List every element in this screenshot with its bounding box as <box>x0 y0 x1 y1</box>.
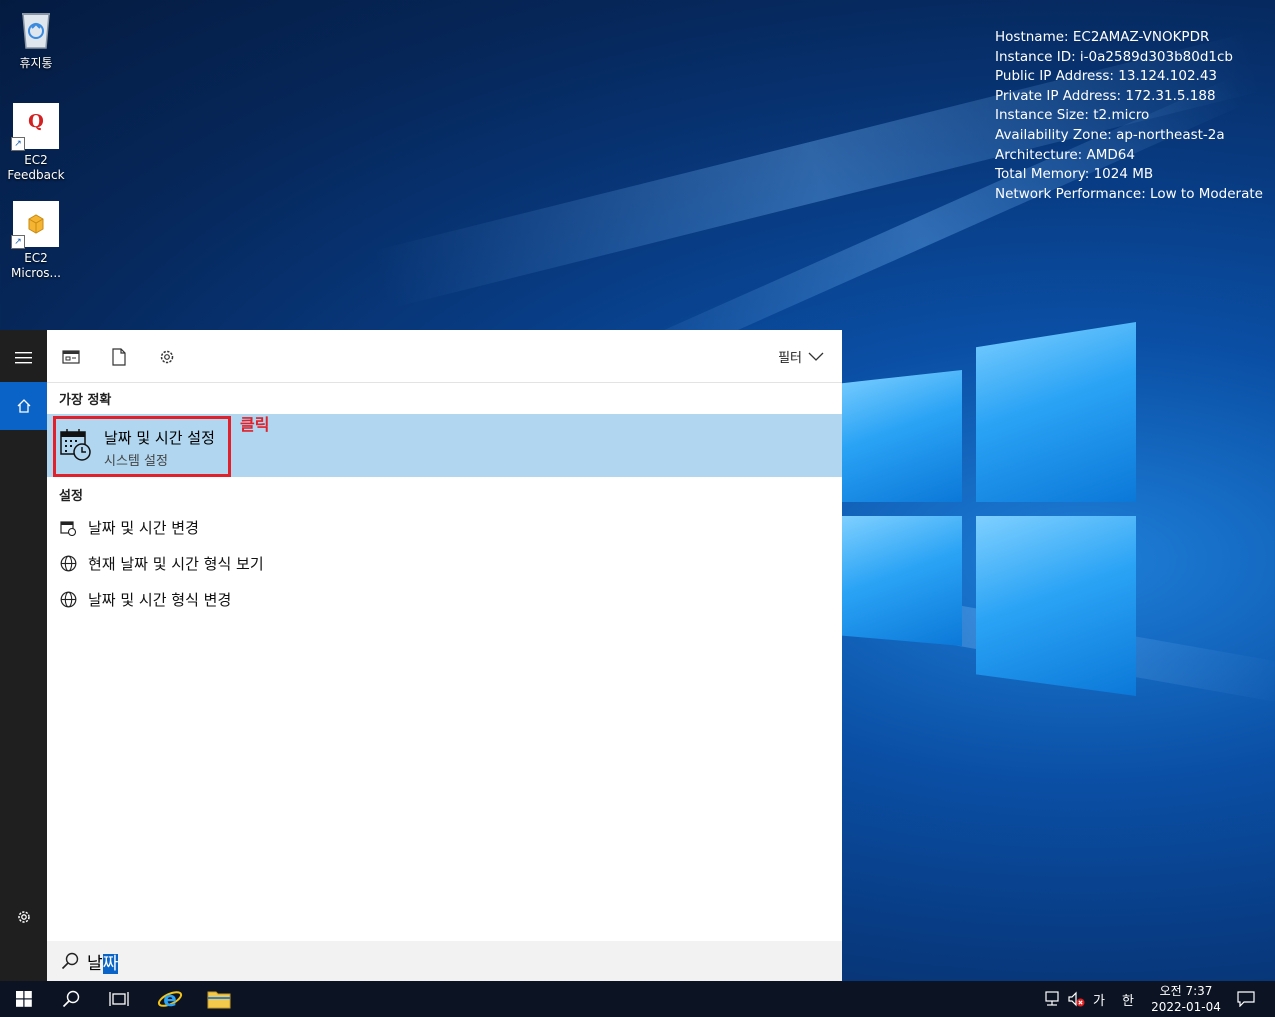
start-button[interactable] <box>0 981 48 1017</box>
instance-info-overlay: Hostname: EC2AMAZ-VNOKPDR Instance ID: i… <box>995 28 1263 204</box>
filter-label: 필터 <box>778 351 802 366</box>
ec2-package-icon: ↗ <box>11 201 59 249</box>
calendar-icon <box>59 519 77 537</box>
ec2-feedback-label: EC2 Feedback <box>7 153 65 182</box>
notification-icon <box>1237 991 1255 1007</box>
filter-dropdown[interactable]: 필터 <box>778 347 824 366</box>
shortcut-arrow-icon: ↗ <box>11 137 25 151</box>
annotation-highlight-box <box>53 416 231 477</box>
hostname-line: Hostname: EC2AMAZ-VNOKPDR <box>995 29 1210 45</box>
architecture-line: Architecture: AMD64 <box>995 146 1135 163</box>
search-taskbar-button[interactable] <box>47 981 95 1017</box>
search-box[interactable]: 날짜 <box>47 941 842 981</box>
instance-size-line: Instance Size: t2.micro <box>995 107 1150 124</box>
ime-language-button[interactable]: 한 <box>1117 981 1139 1017</box>
best-match-result[interactable]: 날짜 및 시간 설정 시스템 설정 클릭 <box>47 414 842 477</box>
clock-time: 오전 7:37 <box>1159 984 1213 998</box>
search-results-panel: 필터 가장 정확 날짜 및 시간 설정 시스템 설정 클릭 설정 날짜 및 시간… <box>47 330 842 981</box>
settings-heading: 설정 <box>59 489 83 504</box>
volume-tray-button[interactable] <box>1066 981 1086 1017</box>
search-icon <box>61 952 79 970</box>
internet-explorer-icon: e <box>157 987 183 1011</box>
ec2-feedback-desktop-icon[interactable]: Q ↗ EC2 Feedback <box>0 103 72 183</box>
recycle-bin-label: 휴지통 <box>19 56 53 70</box>
globe-icon <box>59 555 77 573</box>
public-ip-line: Public IP Address: 13.124.102.43 <box>995 68 1218 85</box>
start-rail <box>0 330 47 981</box>
result-change-date-time-format[interactable]: 날짜 및 시간 형식 변경 <box>59 589 231 610</box>
recycle-bin-desktop-icon[interactable]: 휴지통 <box>0 6 72 71</box>
home-icon <box>17 399 30 413</box>
chevron-down-icon <box>808 352 824 361</box>
instance-id-line: Instance ID: i-0a2589d303b80d1cb <box>995 48 1234 65</box>
result-label: 날짜 및 시간 형식 변경 <box>88 591 232 609</box>
document-icon <box>112 348 126 366</box>
network-icon <box>1045 991 1059 1006</box>
availability-zone-line: Availability Zone: ap-northeast-2a <box>995 126 1225 143</box>
file-explorer-button[interactable] <box>195 981 243 1017</box>
query-composing-text: 짜 <box>102 954 119 974</box>
annotation-click-label: 클릭 <box>240 415 270 434</box>
settings-button[interactable] <box>0 893 47 941</box>
settings-scope-button[interactable] <box>156 346 178 368</box>
gear-icon <box>160 350 174 364</box>
gear-icon <box>17 911 30 923</box>
network-performance-line: Network Performance: Low to Moderate <box>995 185 1263 202</box>
total-memory-line: Total Memory: 1024 MB <box>995 166 1154 183</box>
hamburger-icon <box>14 352 32 364</box>
ec2-microsoft-desktop-icon[interactable]: ↗ EC2 Micros... <box>0 201 72 281</box>
search-scope-bar: 필터 <box>47 330 842 383</box>
windows-logo-wallpaper <box>842 322 1142 702</box>
folder-icon <box>207 991 231 1009</box>
best-match-heading: 가장 정확 <box>59 393 112 408</box>
home-button[interactable] <box>0 382 47 430</box>
network-tray-button[interactable] <box>1042 981 1062 1017</box>
clock-date: 2022-01-04 <box>1151 1000 1221 1014</box>
task-view-icon <box>109 992 129 1006</box>
documents-scope-button[interactable] <box>108 346 130 368</box>
hamburger-menu-button[interactable] <box>0 334 47 382</box>
action-center-button[interactable] <box>1236 981 1256 1017</box>
windows-start-icon <box>16 991 32 1007</box>
result-label: 날짜 및 시간 변경 <box>88 519 199 537</box>
globe-icon <box>59 591 77 609</box>
ime-mode-button[interactable]: 가 <box>1089 981 1109 1017</box>
volume-muted-icon <box>1068 991 1085 1007</box>
ec2-feedback-icon: Q ↗ <box>11 103 59 151</box>
ec2-microsoft-label: EC2 Micros... <box>11 251 61 280</box>
result-view-date-time-format[interactable]: 현재 날짜 및 시간 형식 보기 <box>59 553 264 574</box>
search-query[interactable]: 날짜 <box>87 949 119 974</box>
taskbar-clock[interactable]: 오전 7:37 2022-01-04 <box>1146 983 1226 1015</box>
shortcut-arrow-icon: ↗ <box>11 235 25 249</box>
svg-text:e: e <box>163 987 177 1011</box>
private-ip-line: Private IP Address: 172.31.5.188 <box>995 87 1216 104</box>
search-icon <box>62 990 80 1008</box>
taskbar: e 가 한 오전 7:37 2022-01-04 <box>0 981 1275 1017</box>
internet-explorer-button[interactable]: e <box>146 981 194 1017</box>
apps-scope-button[interactable] <box>60 346 82 368</box>
query-typed-text: 날 <box>87 954 103 974</box>
app-window-icon <box>62 350 80 364</box>
task-view-button[interactable] <box>95 981 143 1017</box>
recycle-bin-icon <box>13 6 59 52</box>
result-label: 현재 날짜 및 시간 형식 보기 <box>88 555 264 573</box>
result-change-date-time[interactable]: 날짜 및 시간 변경 <box>59 517 199 538</box>
